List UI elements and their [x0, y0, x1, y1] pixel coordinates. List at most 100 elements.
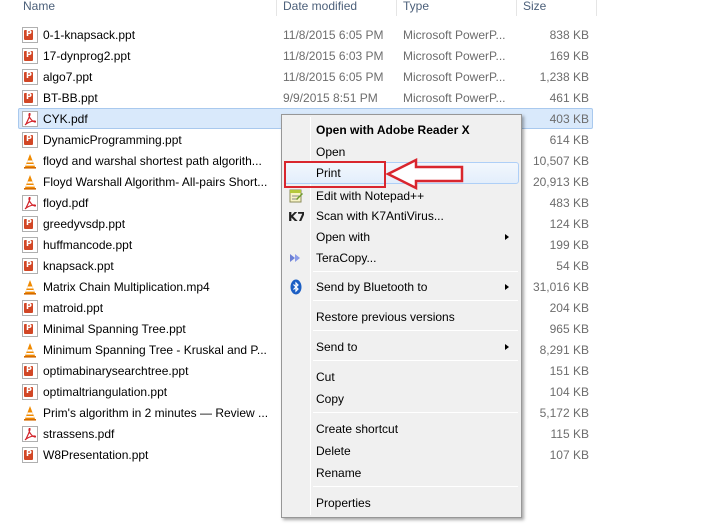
file-name: 17-dynprog2.ppt	[43, 49, 131, 63]
column-header: Name Date modified Type Size	[0, 0, 705, 16]
vlc-icon	[22, 405, 38, 421]
ppt-icon	[22, 447, 38, 463]
column-divider[interactable]	[596, 0, 597, 16]
column-divider[interactable]	[396, 0, 397, 16]
menu-item-scan-k7antivirus[interactable]: K7 Scan with K7AntiVirus...	[284, 205, 519, 227]
ppt-icon	[22, 300, 38, 316]
file-size: 107 KB	[549, 448, 589, 462]
file-row[interactable]: BT-BB.ppt 9/9/2015 8:51 PM Microsoft Power…	[18, 87, 593, 108]
file-name: strassens.pdf	[43, 427, 115, 441]
vlc-icon	[22, 153, 38, 169]
file-name: Minimal Spanning Tree.ppt	[43, 322, 186, 336]
file-size: 403 KB	[549, 112, 589, 126]
submenu-arrow-icon	[505, 284, 509, 290]
menu-item-delete[interactable]: Delete	[284, 440, 519, 462]
file-size: 169 KB	[549, 49, 589, 63]
menu-separator	[313, 300, 518, 301]
column-divider[interactable]	[516, 0, 517, 16]
file-size: 124 KB	[549, 217, 589, 231]
file-name: BT-BB.ppt	[43, 91, 98, 105]
submenu-arrow-icon	[505, 234, 509, 240]
teracopy-icon	[288, 250, 304, 266]
file-name: optimabinarysearchtree.ppt	[43, 364, 189, 378]
menu-separator	[313, 486, 518, 487]
file-size: 54 KB	[556, 259, 589, 273]
file-size: 115 KB	[550, 427, 589, 441]
menu-item-label: Properties	[316, 496, 371, 510]
menu-item-send-to[interactable]: Send to	[284, 336, 519, 358]
file-size: 965 KB	[549, 322, 589, 336]
column-divider[interactable]	[276, 0, 277, 16]
column-name[interactable]: Name	[18, 0, 55, 15]
column-date-modified[interactable]: Date modified	[278, 0, 357, 15]
vlc-icon	[22, 279, 38, 295]
menu-item-label: Send by Bluetooth to	[316, 280, 428, 294]
file-name: 0-1-knapsack.ppt	[43, 28, 136, 42]
svg-text:K7: K7	[288, 210, 304, 224]
menu-item-rename[interactable]: Rename	[284, 462, 519, 484]
submenu-arrow-icon	[505, 344, 509, 350]
file-size: 483 KB	[549, 196, 589, 210]
ppt-icon	[22, 258, 38, 274]
ppt-icon	[22, 132, 38, 148]
file-name: matroid.ppt	[43, 301, 104, 315]
file-size: 199 KB	[549, 238, 589, 252]
file-name: huffmancode.ppt	[43, 238, 133, 252]
menu-item-label: Delete	[316, 444, 351, 458]
file-date-modified: 11/8/2015 6:03 PM	[283, 49, 384, 63]
menu-separator	[313, 330, 518, 331]
file-type: Microsoft PowerP...	[403, 49, 506, 63]
file-size: 151 KB	[549, 364, 589, 378]
file-size: 614 KB	[549, 133, 589, 147]
menu-item-open-with[interactable]: Open with	[284, 226, 519, 248]
file-name: DynamicProgramming.ppt	[43, 133, 182, 147]
menu-separator	[313, 412, 518, 413]
file-size: 8,291 KB	[539, 343, 589, 357]
file-date-modified: 9/9/2015 8:51 PM	[283, 91, 378, 105]
file-name: Prim's algorithm in 2 minutes — Review .…	[43, 406, 269, 420]
file-date-modified: 11/8/2015 6:05 PM	[283, 70, 384, 84]
file-row[interactable]: algo7.ppt 11/8/2015 6:05 PM Microsoft Powe…	[18, 66, 593, 87]
menu-item-label: Rename	[316, 466, 362, 480]
menu-item-create-shortcut[interactable]: Create shortcut	[284, 418, 519, 440]
ppt-icon	[22, 321, 38, 337]
menu-item-label: Open with Adobe Reader X	[316, 123, 470, 137]
menu-item-copy[interactable]: Copy	[284, 388, 519, 410]
menu-item-label: Cut	[316, 370, 335, 384]
vlc-icon	[22, 342, 38, 358]
vlc-icon	[22, 174, 38, 190]
file-row[interactable]: 0-1-knapsack.ppt 11/8/2015 6:05 PM Microso…	[18, 24, 593, 45]
file-name: knapsack.ppt	[43, 259, 114, 273]
file-name: floyd.pdf	[43, 196, 89, 210]
file-size: 1,238 KB	[539, 70, 589, 84]
file-type: Microsoft PowerP...	[403, 28, 506, 42]
menu-item-restore-previous-versions[interactable]: Restore previous versions	[284, 306, 519, 328]
bluetooth-icon	[288, 279, 304, 295]
file-row[interactable]: 17-dynprog2.ppt 11/8/2015 6:03 PM Microsof…	[18, 45, 593, 66]
ppt-icon	[22, 69, 38, 85]
red-arrow-icon	[386, 158, 464, 191]
column-size[interactable]: Size	[518, 0, 546, 15]
menu-separator	[313, 360, 518, 361]
file-size: 20,913 KB	[532, 175, 589, 189]
file-size: 31,016 KB	[532, 280, 589, 294]
file-name: CYK.pdf	[43, 112, 88, 126]
menu-item-label: Open with	[316, 230, 371, 244]
column-type[interactable]: Type	[398, 0, 429, 15]
file-name: floyd and warshal shortest path algorith…	[43, 154, 262, 168]
ppt-icon	[22, 237, 38, 253]
menu-item-properties[interactable]: Properties	[284, 492, 519, 514]
menu-item-label: Restore previous versions	[316, 310, 455, 324]
menu-item-open-with-adobe-reader[interactable]: Open with Adobe Reader X	[284, 119, 519, 141]
pdf-icon	[22, 111, 38, 127]
file-type: Microsoft PowerP...	[403, 70, 506, 84]
menu-item-cut[interactable]: Cut	[284, 366, 519, 388]
file-name: greedyvsdp.ppt	[43, 217, 126, 231]
menu-item-label: Open	[316, 145, 346, 159]
menu-item-label: Copy	[316, 392, 345, 406]
menu-item-teracopy[interactable]: TeraCopy...	[284, 247, 519, 269]
file-size: 104 KB	[549, 385, 589, 399]
file-name: optimaltriangulation.ppt	[43, 385, 168, 399]
ppt-icon	[22, 384, 38, 400]
menu-item-send-by-bluetooth[interactable]: Send by Bluetooth to	[284, 276, 519, 298]
